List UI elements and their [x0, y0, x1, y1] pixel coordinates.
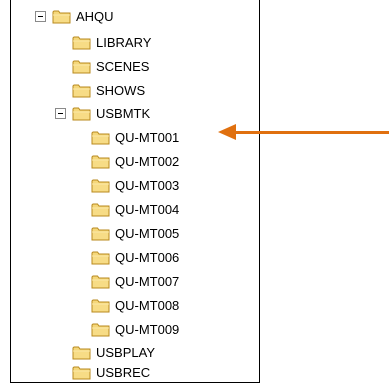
tree-item-shows[interactable]: SHOWS	[72, 78, 145, 102]
tree-item-label: QU-MT002	[115, 153, 180, 169]
annotation-arrow-head-icon	[218, 124, 236, 140]
tree-item-label: USBMTK	[96, 105, 151, 121]
tree-item-label: USBREC	[96, 364, 151, 380]
tree-item-qu-mt001[interactable]: QU-MT001	[91, 125, 179, 149]
tree-item-qu-mt009[interactable]: QU-MT009	[91, 317, 179, 341]
tree-item-label: QU-MT004	[115, 201, 180, 217]
folder-icon	[91, 202, 110, 217]
folder-icon	[91, 226, 110, 241]
tree-item-label: QU-MT003	[115, 177, 180, 193]
folder-icon	[52, 9, 71, 24]
tree-item-label: LIBRARY	[96, 34, 152, 50]
folder-icon	[91, 298, 110, 313]
tree-item-label: QU-MT008	[115, 297, 180, 313]
tree-item-qu-mt008[interactable]: QU-MT008	[91, 293, 179, 317]
tree-item-usbrec[interactable]: USBREC	[72, 360, 150, 384]
folder-icon	[91, 250, 110, 265]
tree-item-label: QU-MT001	[115, 129, 180, 145]
collapse-toggle-icon[interactable]	[35, 10, 46, 22]
tree-item-label: QU-MT007	[115, 273, 180, 289]
tree-item-ahqu[interactable]: AHQU	[35, 4, 114, 28]
folder-tree-panel: AHQU LIBRARY SCENES SHOWS USBMTK QU-MT00…	[10, 0, 260, 383]
tree-item-usbmtk[interactable]: USBMTK	[55, 101, 150, 125]
folder-icon	[72, 365, 91, 380]
folder-icon	[91, 154, 110, 169]
tree-item-qu-mt005[interactable]: QU-MT005	[91, 221, 179, 245]
folder-icon	[72, 35, 91, 50]
tree-item-qu-mt007[interactable]: QU-MT007	[91, 269, 179, 293]
tree-item-library[interactable]: LIBRARY	[72, 30, 151, 54]
tree-item-label: QU-MT006	[115, 249, 180, 265]
annotation-arrow-shaft	[234, 131, 389, 134]
tree-item-label: QU-MT005	[115, 225, 180, 241]
tree-item-qu-mt002[interactable]: QU-MT002	[91, 149, 179, 173]
tree-item-label: QU-MT009	[115, 321, 180, 337]
folder-icon	[72, 106, 91, 121]
tree-item-qu-mt003[interactable]: QU-MT003	[91, 173, 179, 197]
tree-item-qu-mt004[interactable]: QU-MT004	[91, 197, 179, 221]
folder-icon	[91, 274, 110, 289]
folder-icon	[91, 130, 110, 145]
tree-item-label: AHQU	[76, 8, 114, 24]
collapse-toggle-icon[interactable]	[55, 107, 66, 119]
tree-item-label: USBPLAY	[96, 344, 156, 360]
tree-item-qu-mt006[interactable]: QU-MT006	[91, 245, 179, 269]
tree-item-label: SHOWS	[96, 82, 146, 98]
folder-icon	[72, 59, 91, 74]
folder-icon	[91, 178, 110, 193]
folder-icon	[91, 322, 110, 337]
folder-icon	[72, 345, 91, 360]
tree-item-label: SCENES	[96, 58, 150, 74]
tree-item-scenes[interactable]: SCENES	[72, 54, 149, 78]
folder-icon	[72, 83, 91, 98]
